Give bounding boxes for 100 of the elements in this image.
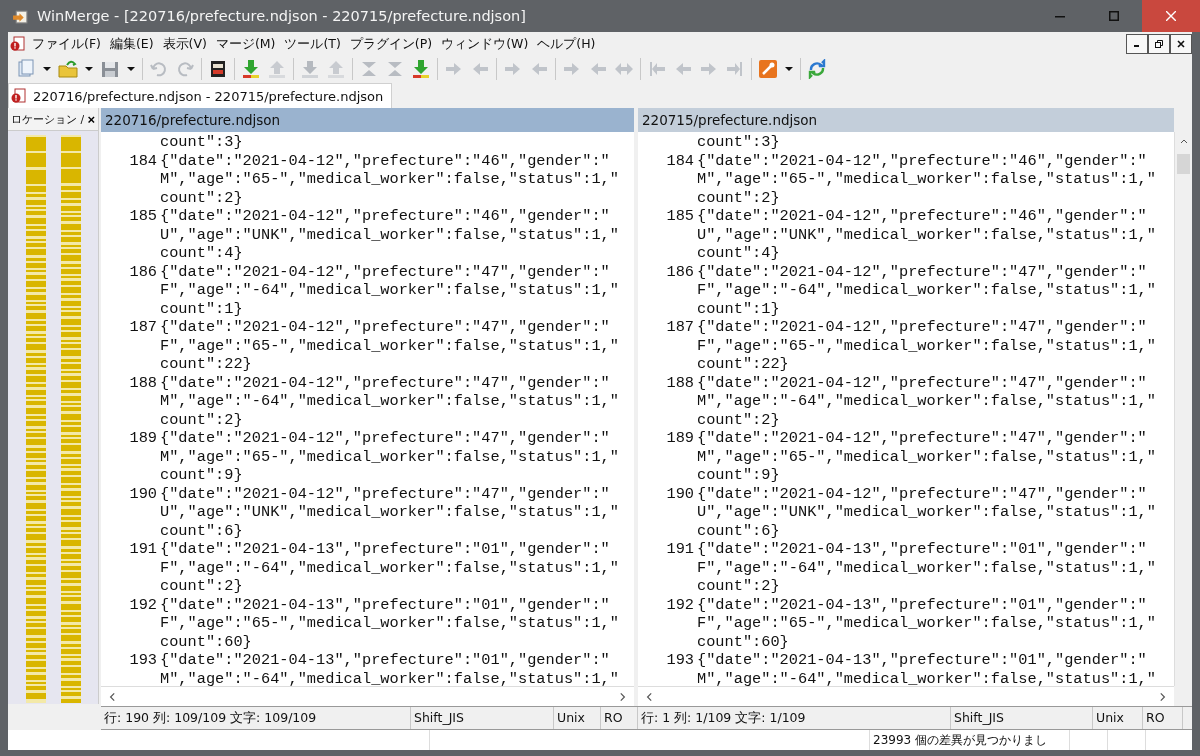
code-line: {"date":"2021-04-12","prefecture":"47","gender":": [160, 484, 610, 503]
location-bar[interactable]: [25, 135, 46, 703]
menu-item[interactable]: ヘルプ(H): [537, 35, 596, 53]
line-number: 191: [665, 540, 695, 559]
code-line: count":2}: [160, 410, 243, 429]
line-number: 184: [665, 151, 695, 170]
code-line: count":3}: [160, 133, 243, 152]
cursor-position: 行: 1 列: 1/109 文字: 1/109: [638, 707, 951, 729]
close-icon: [1166, 11, 1176, 21]
code-line: count":22}: [160, 355, 252, 374]
last-arrow-icon[interactable]: [725, 59, 745, 79]
code-line: count":1}: [697, 299, 780, 318]
location-bar[interactable]: [60, 135, 81, 703]
down-arrow-icon[interactable]: [411, 59, 431, 79]
code-line: count":3}: [697, 133, 780, 152]
pane-header: 220716/prefecture.ndjson: [101, 108, 634, 132]
new-document-icon[interactable]: [16, 59, 36, 79]
menu-item[interactable]: ウィンドウ(W): [441, 35, 529, 53]
document-icon[interactable]: [10, 36, 26, 52]
code-line: M","age":"65-","medical_worker":false,"status":1,": [160, 170, 619, 189]
up-arrow-icon[interactable]: [326, 59, 346, 79]
code-line: count":60}: [160, 632, 252, 651]
first-arrow-icon[interactable]: [647, 59, 667, 79]
code-line: M","age":"-64","medical_worker":false,"status":1,": [160, 669, 619, 686]
restore-icon: [1155, 40, 1163, 48]
code-line: count":2}: [697, 577, 780, 596]
line-number: 186: [128, 262, 158, 281]
down-arrow-icon[interactable]: [300, 59, 320, 79]
folder-icon[interactable]: [58, 59, 78, 79]
line-number: 184: [128, 151, 158, 170]
scroll-thumb[interactable]: [1177, 154, 1190, 174]
code-line: {"date":"2021-04-13","prefecture":"01","gender":": [697, 540, 1147, 559]
menu-item[interactable]: マージ(M): [215, 35, 276, 53]
code-line: F","age":"65-","medical_worker":false,"status":1,": [160, 336, 619, 355]
code-line: count":9}: [697, 466, 780, 485]
pane-header: 220715/prefecture.ndjson: [638, 108, 1174, 132]
cursor-position: 行: 190 列: 109/109 文字: 109/109: [101, 707, 411, 729]
close-button[interactable]: ×: [84, 111, 98, 127]
code-line: {"date":"2021-04-12","prefecture":"46","gender":": [160, 207, 610, 226]
code-line: count":2}: [697, 188, 780, 207]
code-line: {"date":"2021-04-13","prefecture":"01","gender":": [697, 595, 1147, 614]
undo-icon[interactable]: [149, 59, 169, 79]
line-number: 192: [128, 595, 158, 614]
code-line: F","age":"65-","medical_worker":false,"status":1,": [697, 614, 1156, 633]
code-line: {"date":"2021-04-12","prefecture":"46","gender":": [697, 207, 1147, 226]
line-number: 193: [128, 651, 158, 670]
line-ending-label: Unix: [554, 707, 601, 729]
code-line: {"date":"2021-04-12","prefecture":"46","gender":": [697, 151, 1147, 170]
status-message: 23993 個の差異が見つかりまし: [870, 730, 1070, 750]
code-line: count":2}: [697, 410, 780, 429]
restore-button[interactable]: [1148, 34, 1170, 54]
window-title: WinMerge - [220716/prefecture.ndjson - 220715/prefecture.ndjson]: [37, 8, 526, 24]
code-line: {"date":"2021-04-12","prefecture":"46","gender":": [160, 151, 610, 170]
line-number: 187: [128, 318, 158, 337]
down-arrow-icon[interactable]: [241, 59, 261, 79]
menu-item[interactable]: 表示(V): [162, 35, 207, 53]
code-line: {"date":"2021-04-12","prefecture":"47","gender":": [160, 429, 610, 448]
code-line: F","age":"-64","medical_worker":false,"status":1,": [160, 558, 619, 577]
line-number: 193: [665, 651, 695, 670]
menu-item[interactable]: プラグイン(P): [349, 35, 433, 53]
close-icon: [1177, 40, 1185, 48]
code-line: count":22}: [697, 355, 789, 374]
line-number: 189: [665, 429, 695, 448]
code-line: {"date":"2021-04-13","prefecture":"01","gender":": [697, 651, 1147, 670]
save-icon[interactable]: [100, 59, 120, 79]
close-button[interactable]: [1170, 34, 1192, 54]
code-line: U","age":"UNK","medical_worker":false,"status":1,": [160, 225, 619, 244]
line-number: 192: [665, 595, 695, 614]
code-line: count":6}: [160, 521, 243, 540]
code-line: F","age":"-64","medical_worker":false,"status":1,": [160, 281, 619, 300]
line-ending-label: Unix: [1093, 707, 1143, 729]
minimize-button[interactable]: [1126, 34, 1148, 54]
film-icon[interactable]: [208, 59, 228, 79]
menu-item[interactable]: 編集(E): [109, 35, 154, 53]
up-arrow-icon[interactable]: [267, 59, 287, 79]
code-line: F","age":"-64","medical_worker":false,"status":1,": [697, 281, 1156, 300]
pane-title: ロケーション /: [10, 111, 85, 127]
menu-item[interactable]: ツール(T): [284, 35, 341, 53]
line-number: 191: [128, 540, 158, 559]
redo-icon[interactable]: [175, 59, 195, 79]
code-line: {"date":"2021-04-12","prefecture":"47","gender":": [697, 429, 1147, 448]
code-line: count":60}: [697, 632, 789, 651]
code-line: U","age":"UNK","medical_worker":false,"status":1,": [697, 503, 1156, 522]
code-line: {"date":"2021-04-13","prefecture":"01","gender":": [160, 651, 610, 670]
code-line: M","age":"-64","medical_worker":false,"status":1,": [160, 392, 619, 411]
maximize-icon: [1109, 11, 1119, 21]
encoding-label: Shift_JIS: [411, 707, 554, 729]
wrench-icon[interactable]: [758, 59, 778, 79]
refresh-icon[interactable]: [807, 59, 827, 79]
code-line: {"date":"2021-04-12","prefecture":"47","gender":": [697, 484, 1147, 503]
code-line: {"date":"2021-04-12","prefecture":"47","gender":": [160, 262, 610, 281]
line-number: 188: [128, 373, 158, 392]
code-line: {"date":"2021-04-12","prefecture":"47","gender":": [697, 373, 1147, 392]
menu-item[interactable]: ファイル(F): [32, 35, 101, 53]
code-line: count":6}: [697, 521, 780, 540]
code-line: count":9}: [160, 466, 243, 485]
document-tab[interactable]: 220716/prefecture.ndjson - 220715/prefecture.ndjson: [8, 83, 393, 108]
code-line: M","age":"65-","medical_worker":false,"status":1,": [697, 447, 1156, 466]
code-line: {"date":"2021-04-13","prefecture":"01","gender":": [160, 540, 610, 559]
encoding-label: Shift_JIS: [951, 707, 1093, 729]
